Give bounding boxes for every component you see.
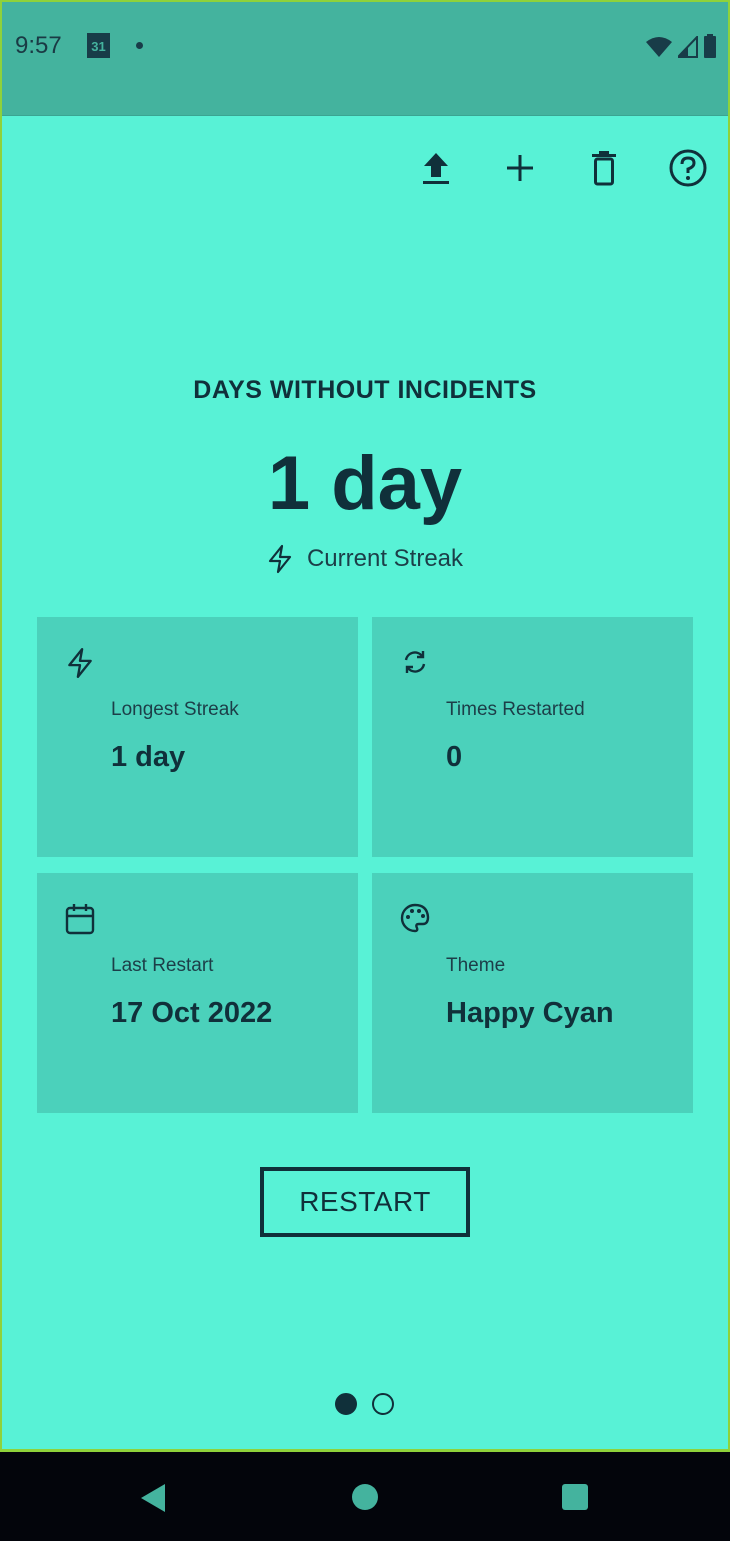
card-label: Theme (446, 955, 506, 976)
system-nav-bar (0, 1452, 730, 1541)
page-title: DAYS WITHOUT INCIDENTS (193, 376, 537, 404)
palette-icon (400, 903, 430, 933)
card-last-restart: Last Restart 17 Oct 2022 (37, 873, 358, 1113)
lightning-icon (268, 544, 292, 574)
current-streak-value: 1 day (267, 441, 463, 526)
card-longest-streak: Longest Streak 1 day (37, 617, 358, 857)
page-indicator (335, 1393, 394, 1415)
page-dot-active[interactable] (335, 1393, 357, 1415)
notification-dot-icon (136, 42, 143, 49)
status-time: 9:57 (15, 32, 62, 59)
page-dot[interactable] (372, 1393, 394, 1415)
card-label: Times Restarted (446, 699, 585, 720)
upload-icon[interactable] (416, 148, 456, 188)
current-streak-caption: Current Streak (0, 544, 730, 574)
lightning-icon (68, 647, 92, 679)
card-value: Happy Cyan (446, 997, 614, 1029)
card-times-restarted: Times Restarted 0 (372, 617, 693, 857)
card-theme[interactable]: Theme Happy Cyan (372, 873, 693, 1113)
toolbar (416, 148, 708, 188)
home-icon[interactable] (351, 1483, 379, 1516)
add-icon[interactable] (500, 148, 540, 188)
delete-icon[interactable] (584, 148, 624, 188)
card-label: Longest Streak (111, 699, 239, 720)
refresh-icon (404, 651, 426, 673)
wifi-icon (646, 37, 672, 57)
card-value: 17 Oct 2022 (111, 997, 273, 1029)
card-label: Last Restart (111, 955, 214, 976)
status-bar: 9:57 31 (0, 0, 730, 116)
card-value: 0 (446, 741, 463, 773)
calendar-notification-icon: 31 (87, 33, 110, 58)
restart-button[interactable]: RESTART (260, 1167, 470, 1237)
battery-icon (704, 34, 716, 58)
recents-icon[interactable] (561, 1483, 589, 1516)
calendar-icon (65, 904, 95, 935)
back-icon[interactable] (139, 1482, 167, 1519)
current-streak-label: Current Streak (306, 545, 464, 572)
card-value: 1 day (111, 741, 186, 773)
help-icon[interactable] (668, 148, 708, 188)
signal-icon (678, 36, 698, 58)
